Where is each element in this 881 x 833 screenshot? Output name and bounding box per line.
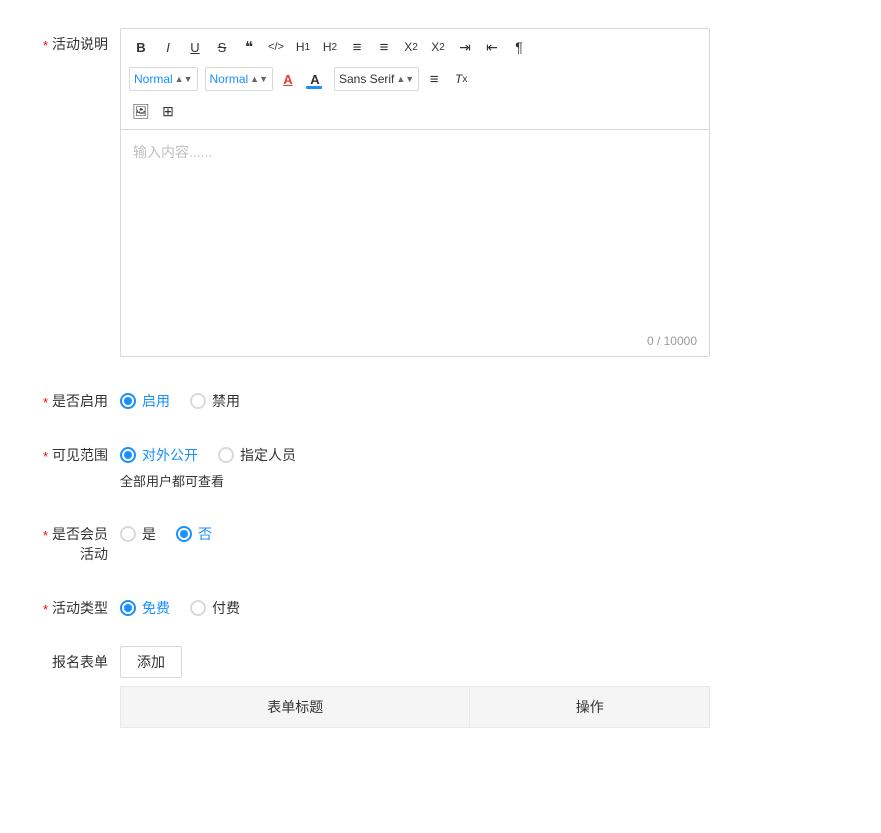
insert-table-button[interactable]: ⊞ (156, 99, 180, 123)
font-family-select[interactable]: Sans Serif ▲▼ (334, 67, 419, 91)
required-marker: * (43, 38, 48, 53)
font-family-label: Sans Serif (339, 72, 394, 86)
editor-content-area[interactable]: 输入内容...... (121, 130, 709, 330)
align-button[interactable]: ≡ (422, 67, 446, 91)
enable-required-marker: * (43, 395, 48, 410)
member-activity-label-2: 否 (198, 524, 212, 544)
strikethrough-button[interactable]: S (210, 35, 234, 59)
enable-label-2: 禁用 (212, 391, 240, 411)
visibility-label-2: 指定人员 (240, 445, 296, 465)
activity-type-label-2: 付费 (212, 598, 240, 618)
font-size-select[interactable]: Normal ▲▼ (205, 67, 274, 91)
indent-left-button[interactable]: ⇤ (480, 35, 504, 59)
enable-radio-1[interactable] (120, 393, 136, 409)
visibility-label: * 可见范围 (30, 439, 120, 465)
member-activity-label: * 是否会员活动 (30, 518, 120, 564)
editor-placeholder: 输入内容...... (133, 144, 212, 160)
visibility-required-marker: * (43, 449, 48, 464)
font-size-label: Normal (210, 72, 249, 86)
table-header-action: 操作 (470, 687, 710, 728)
enable-label: * 是否启用 (30, 385, 120, 411)
editor-wrapper: B I U S ❝ </> H1 H2 ≡ ≡ X2 X2 ⇥ ⇤ ¶ (120, 28, 851, 357)
pilcrow-button[interactable]: ¶ (507, 35, 531, 59)
visibility-radio-2[interactable] (218, 447, 234, 463)
editor-toolbar: B I U S ❝ </> H1 H2 ≡ ≡ X2 X2 ⇥ ⇤ ¶ (121, 29, 709, 130)
visibility-hint: 全部用户都可查看 (120, 471, 851, 490)
activity-type-option-1[interactable]: 免费 (120, 598, 170, 618)
paragraph-style-label: Normal (134, 72, 173, 86)
code-button[interactable]: </> (264, 35, 288, 59)
activity-type-label-1: 免费 (142, 598, 170, 618)
form-list-label: 报名表单 (30, 646, 120, 672)
activity-type-radio-group: 免费 付费 (120, 592, 851, 618)
subscript-button[interactable]: X2 (399, 35, 423, 59)
ordered-list-button[interactable]: ≡ (345, 35, 369, 59)
visibility-radio-group: 对外公开 指定人员 (120, 439, 851, 465)
underline-button[interactable]: U (183, 35, 207, 59)
clear-format-button[interactable]: Tx (449, 67, 473, 91)
activity-description-label: * 活动说明 (30, 28, 120, 54)
editor-counter: 0 / 10000 (121, 330, 709, 356)
indent-right-button[interactable]: ⇥ (453, 35, 477, 59)
font-highlight-button[interactable]: A (303, 67, 327, 91)
paragraph-style-select[interactable]: Normal ▲▼ (129, 67, 198, 91)
font-color-button[interactable]: A (276, 67, 300, 91)
member-activity-label-1: 是 (142, 524, 156, 544)
activity-type-label: * 活动类型 (30, 592, 120, 618)
visibility-option-2[interactable]: 指定人员 (218, 445, 296, 465)
visibility-option-1[interactable]: 对外公开 (120, 445, 198, 465)
member-activity-option-1[interactable]: 是 (120, 524, 156, 544)
enable-option-1[interactable]: 启用 (120, 391, 170, 411)
form-table: 表单标题 操作 (120, 686, 710, 728)
member-activity-radio-2[interactable] (176, 526, 192, 542)
activity-type-radio-2[interactable] (190, 600, 206, 616)
table-header-title: 表单标题 (121, 687, 470, 728)
insert-image-button[interactable]: 🖼 (129, 99, 153, 123)
member-activity-radio-group: 是 否 (120, 518, 851, 544)
enable-radio-group: 启用 禁用 (120, 385, 851, 411)
quote-button[interactable]: ❝ (237, 35, 261, 59)
member-activity-required-marker: * (43, 528, 48, 543)
unordered-list-button[interactable]: ≡ (372, 35, 396, 59)
member-activity-option-2[interactable]: 否 (176, 524, 212, 544)
font-size-arrow: ▲▼ (250, 74, 268, 84)
enable-label-1: 启用 (142, 391, 170, 411)
member-activity-radio-1[interactable] (120, 526, 136, 542)
enable-radio-2[interactable] (190, 393, 206, 409)
visibility-radio-1[interactable] (120, 447, 136, 463)
visibility-label-1: 对外公开 (142, 445, 198, 465)
bold-button[interactable]: B (129, 35, 153, 59)
activity-type-required-marker: * (43, 602, 48, 617)
add-button[interactable]: 添加 (120, 646, 182, 678)
h2-button[interactable]: H2 (318, 35, 342, 59)
rich-text-editor[interactable]: B I U S ❝ </> H1 H2 ≡ ≡ X2 X2 ⇥ ⇤ ¶ (120, 28, 710, 357)
h1-button[interactable]: H1 (291, 35, 315, 59)
font-family-arrow: ▲▼ (396, 74, 414, 84)
activity-type-option-2[interactable]: 付费 (190, 598, 240, 618)
paragraph-style-arrow: ▲▼ (175, 74, 193, 84)
activity-type-radio-1[interactable] (120, 600, 136, 616)
superscript-button[interactable]: X2 (426, 35, 450, 59)
enable-option-2[interactable]: 禁用 (190, 391, 240, 411)
italic-button[interactable]: I (156, 35, 180, 59)
